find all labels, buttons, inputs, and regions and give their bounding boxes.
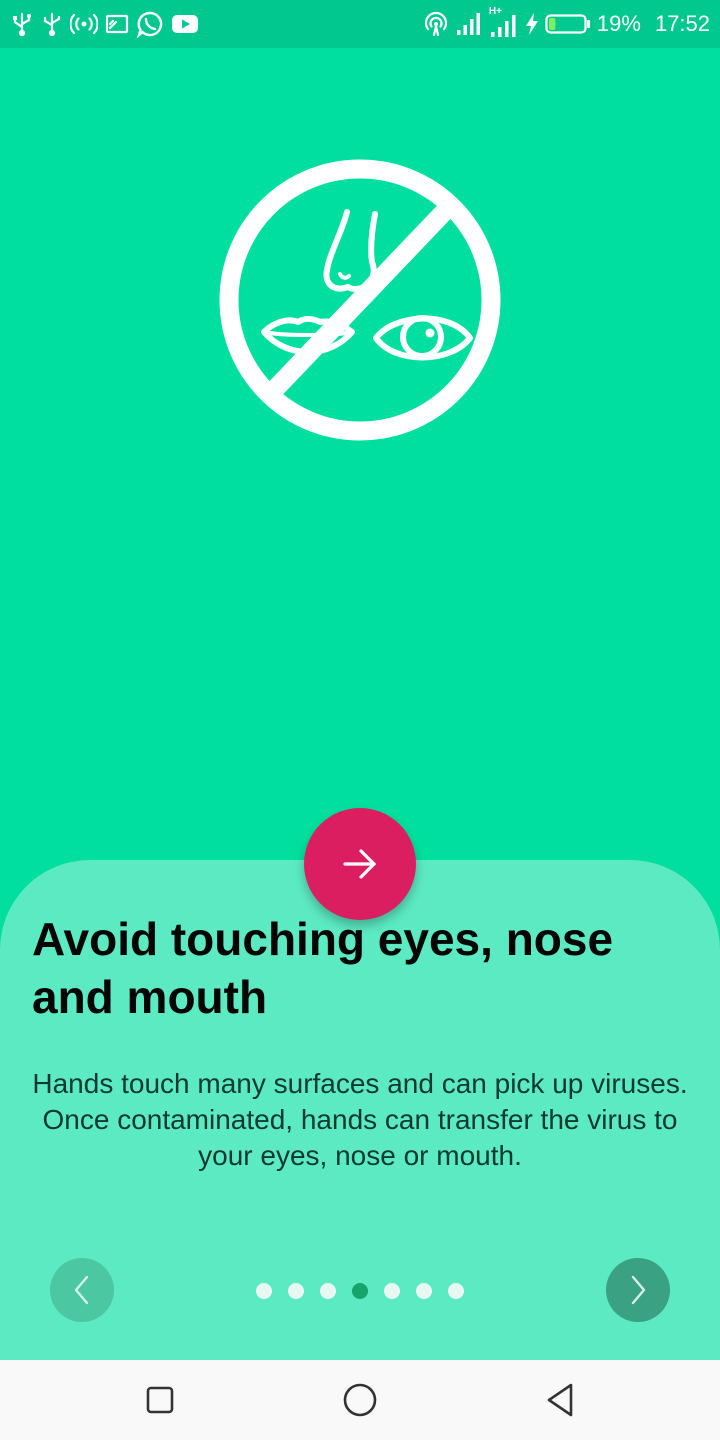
chevron-right-icon	[631, 1275, 646, 1305]
signal-icon	[456, 13, 480, 35]
recents-button[interactable]	[140, 1380, 180, 1420]
usb-icon	[43, 12, 61, 37]
youtube-icon	[172, 15, 198, 33]
battery-icon	[545, 14, 590, 34]
next-slide-fab[interactable]	[304, 808, 416, 920]
page-dot[interactable]	[384, 1283, 400, 1299]
hotspot-icon	[70, 13, 98, 35]
page-dot-active[interactable]	[352, 1283, 368, 1299]
page-dot[interactable]	[256, 1283, 272, 1299]
previous-button[interactable]	[50, 1258, 114, 1322]
eye-shape	[373, 315, 473, 361]
next-button[interactable]	[606, 1258, 670, 1322]
battery-percent: 19%	[596, 11, 641, 36]
signal-hplus-icon	[490, 15, 516, 37]
arrow-right-icon	[343, 849, 376, 879]
cast-icon	[105, 14, 129, 34]
home-circle-icon	[343, 1383, 377, 1417]
chevron-left-icon	[74, 1275, 89, 1305]
back-button[interactable]	[540, 1380, 580, 1420]
recents-square-icon	[146, 1386, 174, 1414]
page-dot[interactable]	[320, 1283, 336, 1299]
status-notifications	[10, 8, 199, 40]
page-indicator	[256, 1283, 464, 1299]
status-clock: 17:52	[654, 11, 710, 36]
system-navigation-bar	[0, 1360, 720, 1440]
page-dot[interactable]	[448, 1283, 464, 1299]
wifi-hotspot-icon	[424, 11, 447, 37]
nose-shape	[323, 209, 378, 292]
page-dot[interactable]	[416, 1283, 432, 1299]
back-triangle-icon	[547, 1383, 573, 1417]
status-bar: H+ 19% 17:52	[0, 0, 720, 48]
status-system: H+ 19% 17:52	[423, 6, 710, 40]
usb-icon	[13, 12, 31, 37]
slide-title: Avoid touching eyes, nose and mouth	[32, 913, 614, 1023]
signal-hplus-group: H+	[489, 6, 519, 39]
page-dot[interactable]	[288, 1283, 304, 1299]
whatsapp-icon	[136, 11, 163, 38]
charging-icon	[525, 13, 538, 35]
no-touch-face-icon	[219, 159, 501, 441]
home-button[interactable]	[340, 1380, 380, 1420]
slide-body: Hands touch many surfaces and can pick u…	[32, 1068, 688, 1171]
